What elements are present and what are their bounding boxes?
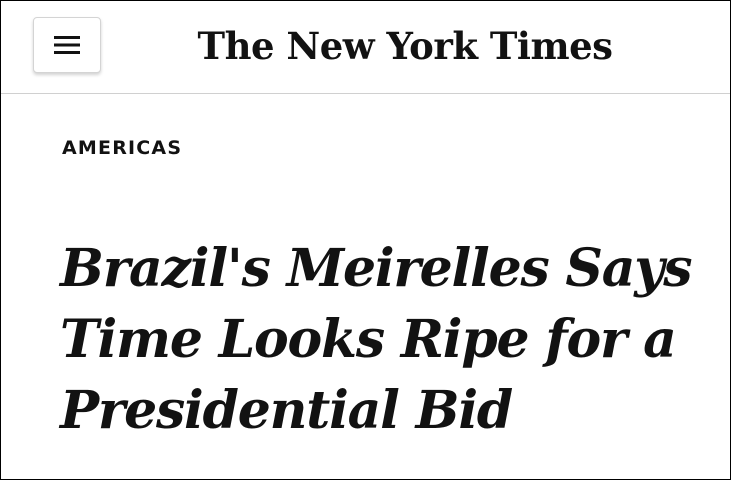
section-label[interactable]: AMERICAS [62,137,182,159]
site-logo[interactable]: The New York Times [198,21,613,71]
top-navigation-bar: The New York Times [1,1,730,94]
hamburger-menu-icon [54,36,80,54]
article-headline: Brazil's Meirelles Says Time Looks Ripe … [60,238,693,441]
menu-button[interactable] [33,17,101,73]
